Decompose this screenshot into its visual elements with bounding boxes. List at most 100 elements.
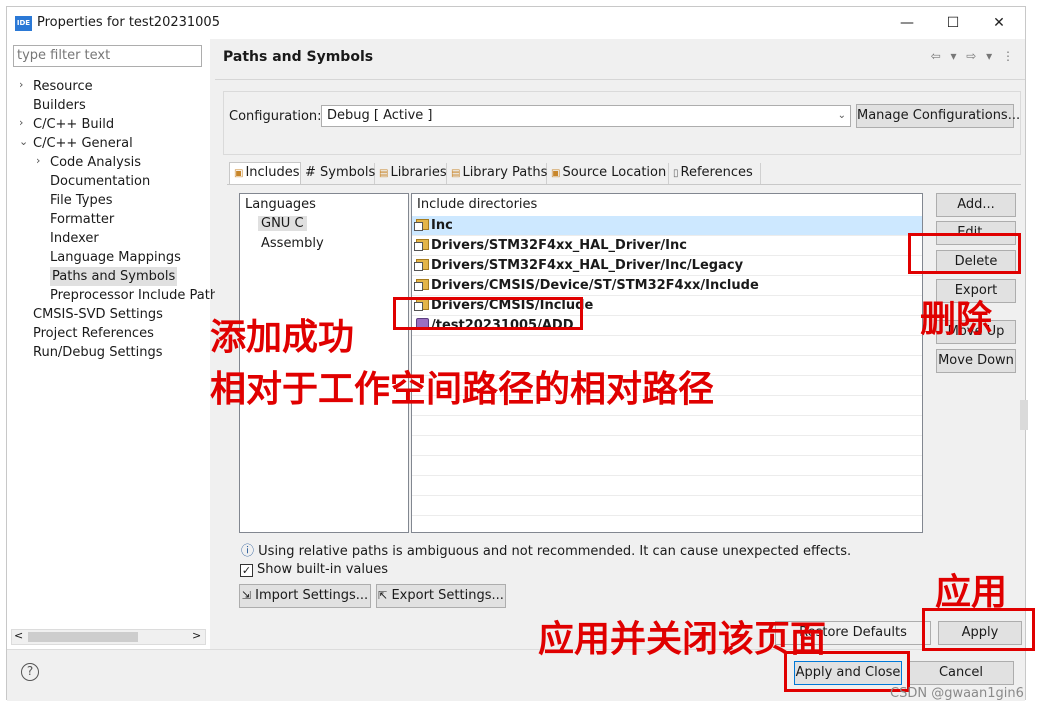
tab-symbols[interactable]: # Symbols <box>301 163 375 184</box>
tab-library-paths[interactable]: ▤ Library Paths <box>447 163 547 184</box>
filter-input[interactable]: type filter text <box>13 45 202 67</box>
tab-references[interactable]: ▯ References <box>669 163 761 184</box>
tree-item-paths-and-symbols[interactable]: Paths and Symbols <box>50 267 178 286</box>
annotation-relative-path: 相对于工作空间路径的相对路径 <box>210 369 715 410</box>
tree-item-c-c-general[interactable]: C/C++ General <box>33 134 133 153</box>
help-icon[interactable]: ? <box>21 663 39 681</box>
include-path: Inc <box>431 218 453 233</box>
show-builtin-label: Show built-in values <box>257 562 388 577</box>
language-item-assembly[interactable]: Assembly <box>261 236 324 251</box>
tree-item-formatter[interactable]: Formatter <box>50 210 114 229</box>
tab-label: References <box>680 165 753 180</box>
header-divider <box>215 79 1025 80</box>
export-settings-icon: ⇱ <box>378 589 388 602</box>
include-directories-header: Include directories <box>417 197 538 212</box>
include-row[interactable]: Inc <box>412 216 922 236</box>
scrollbar-thumb[interactable] <box>28 632 138 642</box>
tree-item-resource[interactable]: Resource <box>33 77 93 96</box>
empty-row <box>412 436 922 456</box>
tree-item-cmsis-svd-settings[interactable]: CMSIS-SVD Settings <box>33 305 163 324</box>
tree-item-documentation[interactable]: Documentation <box>50 172 150 191</box>
info-icon: ⓘ <box>241 544 255 559</box>
include-row[interactable]: Drivers/STM32F4xx_HAL_Driver/Inc/Legacy <box>412 256 922 276</box>
chevron-down-icon[interactable]: ⌄ <box>19 135 31 148</box>
configuration-select[interactable]: Debug [ Active ] ⌄ <box>321 105 851 127</box>
folder-icon <box>414 279 429 291</box>
move-down-button[interactable]: Move Down <box>936 349 1016 373</box>
folder-icon <box>414 239 429 251</box>
configuration-label: Configuration: <box>229 109 322 124</box>
add-button[interactable]: Add... <box>936 193 1016 217</box>
annotation-box-added <box>393 297 583 330</box>
references-icon: ▯ <box>673 168 679 179</box>
tab-label: Source Location <box>562 165 667 180</box>
tab-label: Library Paths <box>462 165 548 180</box>
tab-label: # Symbols <box>305 165 376 180</box>
manage-configurations-button[interactable]: Manage Configurations... <box>856 104 1020 128</box>
horizontal-scrollbar[interactable]: < > <box>11 629 206 645</box>
include-path: Drivers/STM32F4xx_HAL_Driver/Inc/Legacy <box>431 258 744 273</box>
export-settings-button[interactable]: ⇱ Export Settings... <box>376 584 506 608</box>
includes-icon: ▣ <box>234 168 244 179</box>
folder-icon <box>414 219 429 231</box>
warning-text: Using relative paths is ambiguous and no… <box>258 544 852 559</box>
show-builtin-checkbox[interactable]: ✓ <box>240 564 253 577</box>
maximize-button[interactable]: ☐ <box>933 11 973 35</box>
include-path: Drivers/STM32F4xx_HAL_Driver/Inc <box>431 238 687 253</box>
tree-item-language-mappings[interactable]: Language Mappings <box>50 248 181 267</box>
close-button[interactable]: ✕ <box>979 11 1019 35</box>
configuration-value: Debug [ Active ] <box>327 108 433 123</box>
tree-item-preprocessor-include-path[interactable]: Preprocessor Include Path <box>50 286 218 305</box>
export-settings-label: Export Settings... <box>391 588 504 603</box>
tab-label: Includes <box>245 165 300 180</box>
import-settings-button[interactable]: ⇲ Import Settings... <box>239 584 371 608</box>
tab-includes[interactable]: ▣ Includes <box>229 162 301 185</box>
include-path: Drivers/CMSIS/Device/ST/STM32F4xx/Includ… <box>431 278 759 293</box>
source-location-icon: ▣ <box>551 168 561 179</box>
empty-row <box>412 516 922 532</box>
scroll-right-icon[interactable]: > <box>192 629 201 642</box>
empty-row <box>412 336 922 356</box>
tree-item-code-analysis[interactable]: Code Analysis <box>50 153 141 172</box>
left-navigation-pane: type filter text › Resource Builders › C/C++… <box>7 39 218 649</box>
minimize-button[interactable]: — <box>887 11 927 35</box>
annotation-apply: 应用 <box>935 572 1008 613</box>
libraries-icon: ▤ <box>379 168 389 179</box>
empty-row <box>412 496 922 516</box>
window-title: Properties for test20231005 <box>37 15 220 30</box>
page-scrollbar-thumb[interactable] <box>1020 400 1028 430</box>
tab-libraries[interactable]: ▤ Libraries <box>375 163 447 184</box>
tree-item-indexer[interactable]: Indexer <box>50 229 99 248</box>
tree-item-project-references[interactable]: Project References <box>33 324 154 343</box>
tree-item-builders[interactable]: Builders <box>33 96 86 115</box>
chevron-down-icon: ⌄ <box>837 110 846 121</box>
empty-row <box>412 456 922 476</box>
tree-item-c-c-build[interactable]: C/C++ Build <box>33 115 114 134</box>
tree-item-file-types[interactable]: File Types <box>50 191 113 210</box>
include-row[interactable]: Drivers/STM32F4xx_HAL_Driver/Inc <box>412 236 922 256</box>
page-title: Paths and Symbols <box>223 49 374 65</box>
languages-header: Languages <box>245 197 316 212</box>
folder-icon <box>414 259 429 271</box>
tree-item-run-debug-settings[interactable]: Run/Debug Settings <box>33 343 163 362</box>
import-settings-icon: ⇲ <box>241 589 252 602</box>
relative-path-warning: ⓘ Using relative paths is ambiguous and … <box>241 540 851 559</box>
include-row[interactable]: Drivers/CMSIS/Device/ST/STM32F4xx/Includ… <box>412 276 922 296</box>
scroll-left-icon[interactable]: < <box>14 629 23 642</box>
chevron-right-icon[interactable]: › <box>19 78 31 91</box>
empty-row <box>412 476 922 496</box>
annotation-box-delete <box>908 233 1021 274</box>
cancel-button[interactable]: Cancel <box>908 661 1014 685</box>
ide-app-icon: IDE <box>15 16 32 31</box>
chevron-right-icon[interactable]: › <box>19 116 31 129</box>
import-settings-label: Import Settings... <box>255 588 369 603</box>
chevron-right-icon[interactable]: › <box>36 154 48 167</box>
language-item-gnu-c[interactable]: GNU C <box>258 216 307 231</box>
annotation-apply-close: 应用并关闭该页面 <box>538 619 827 660</box>
title-bar: IDE Properties for test20231005 — ☐ ✕ <box>7 7 1025 39</box>
properties-dialog: IDE Properties for test20231005 — ☐ ✕ ty… <box>6 6 1026 701</box>
tab-source-location[interactable]: ▣ Source Location <box>547 163 669 184</box>
history-nav-icons[interactable]: ⇦ ▾ ⇨ ▾ ⋮ <box>931 49 1017 63</box>
watermark: CSDN @gwaan1gin6 <box>890 686 1024 701</box>
library-paths-icon: ▤ <box>451 168 461 179</box>
